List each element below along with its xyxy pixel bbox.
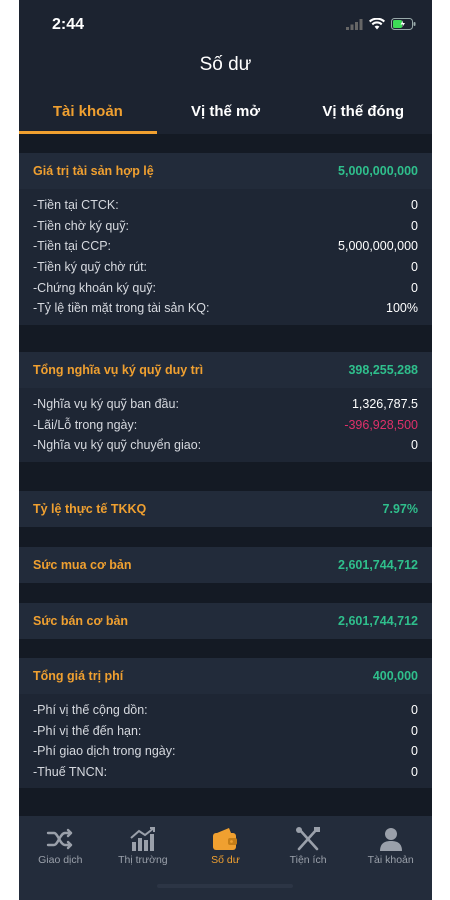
row-label: -Chứng khoán ký quỹ: [33, 280, 157, 295]
buy-power-header: Sức mua cơ bản 2,601,744,712 [19, 547, 432, 583]
row-value: 0 [411, 260, 418, 275]
balance-content[interactable]: Giá trị tài sản hợp lệ 5,000,000,000 -Ti… [19, 134, 432, 816]
list-item: -Tiền ký quỹ chờ rút: 0 [33, 257, 418, 278]
tab-account[interactable]: Tài khoản [19, 90, 157, 134]
list-item: -Phí giao dịch trong ngày: 0 [33, 741, 418, 762]
fees-header: Tổng giá trị phí 400,000 [19, 658, 432, 694]
shuffle-icon [46, 824, 74, 854]
row-label: -Tiền tại CTCK: [33, 198, 119, 213]
user-icon [378, 824, 404, 854]
list-item: -Tiền tại CTCK: 0 [33, 195, 418, 216]
list-item: -Chứng khoán ký quỹ: 0 [33, 277, 418, 298]
row-label: -Tiền tại CCP: [33, 239, 112, 254]
nav-balance[interactable]: Số dư [184, 824, 267, 900]
fees-section: Tổng giá trị phí 400,000 -Phí vị thế cộn… [19, 658, 432, 789]
assets-rows: -Tiền tại CTCK: 0 -Tiền chờ ký quỹ: 0 -Tiề… [19, 189, 432, 325]
ratio-label: Tỷ lệ thực tế TKKQ [33, 502, 147, 516]
sell-power-section: Sức bán cơ bản 2,601,744,712 [19, 603, 432, 639]
fees-value: 400,000 [372, 669, 418, 683]
row-value: 0 [411, 280, 418, 295]
assets-label: Giá trị tài sản hợp lệ [33, 164, 154, 178]
list-item: -Tỷ lệ tiền mặt trong tài sản KQ: 100% [33, 298, 418, 319]
app-screen: 2:44 Số dư Tài khoản Vị thế mở Vị thế đó… [19, 0, 432, 900]
row-label: -Tiền ký quỹ chờ rút: [33, 260, 148, 275]
nav-balance-label: Số dư [211, 854, 240, 866]
row-value: 0 [411, 723, 418, 738]
row-value: 1,326,787.5 [351, 397, 418, 412]
nav-market-label: Thị trường [118, 854, 168, 866]
margin-label: Tổng nghĩa vụ ký quỹ duy trì [33, 363, 204, 377]
wifi-icon [369, 17, 385, 35]
assets-section: Giá trị tài sản hợp lệ 5,000,000,000 -Ti… [19, 153, 432, 325]
battery-icon [391, 17, 416, 35]
list-item: -Lãi/Lỗ trong ngày: -396,928,500 [33, 415, 418, 436]
nav-utilities[interactable]: Tiện ích [267, 824, 350, 900]
row-label: -Nghĩa vụ ký quỹ ban đầu: [33, 397, 179, 412]
row-label: -Tỷ lệ tiền mặt trong tài sản KQ: [33, 301, 210, 316]
chart-icon [129, 824, 157, 854]
row-value: 0 [411, 438, 418, 453]
margin-rows: -Nghĩa vụ ký quỹ ban đầu: 1,326,787.5 -Lã… [19, 388, 432, 462]
tab-open-positions[interactable]: Vị thế mở [157, 90, 295, 134]
fees-label: Tổng giá trị phí [33, 669, 124, 683]
row-label: -Tiền chờ ký quỹ: [33, 218, 129, 233]
row-value: -396,928,500 [344, 417, 418, 432]
row-label: -Nghĩa vụ ký quỹ chuyển giao: [33, 438, 202, 453]
row-value: 0 [411, 765, 418, 780]
wallet-icon [211, 824, 239, 854]
row-value: 5,000,000,000 [338, 239, 418, 254]
list-item: -Phí vị thế đến hạn: 0 [33, 721, 418, 742]
row-label: -Phí vị thế đến hạn: [33, 723, 142, 738]
row-label: -Phí vị thế cộng dồn: [33, 703, 148, 718]
sell-power-label: Sức bán cơ bản [33, 614, 129, 628]
fees-rows: -Phí vị thế cộng dồn: 0 -Phí vị thế đến h… [19, 694, 432, 788]
row-value: 0 [411, 198, 418, 213]
margin-section: Tổng nghĩa vụ ký quỹ duy trì 398,255,288… [19, 352, 432, 462]
status-time: 2:44 [52, 16, 85, 33]
page-title: Số dư [199, 54, 252, 75]
status-icons [346, 17, 416, 35]
row-label: -Lãi/Lỗ trong ngày: [33, 417, 138, 432]
list-item: -Tiền tại CCP: 5,000,000,000 [33, 236, 418, 257]
row-value: 0 [411, 744, 418, 759]
row-label: -Phí giao dịch trong ngày: [33, 744, 176, 759]
ratio-section: Tỷ lệ thực tế TKKQ 7.97% [19, 491, 432, 527]
home-indicator [157, 884, 293, 888]
buy-power-label: Sức mua cơ bản [33, 558, 132, 572]
list-item: -Thuế TNCN: 0 [33, 762, 418, 783]
margin-value: 398,255,288 [348, 363, 418, 377]
nav-market[interactable]: Thị trường [102, 824, 185, 900]
list-item: -Tiền chờ ký quỹ: 0 [33, 216, 418, 237]
sell-power-header: Sức bán cơ bản 2,601,744,712 [19, 603, 432, 639]
nav-utilities-label: Tiện ích [289, 854, 327, 866]
margin-header: Tổng nghĩa vụ ký quỹ duy trì 398,255,288 [19, 352, 432, 388]
nav-account-label: Tài khoản [367, 854, 414, 866]
row-value: 0 [411, 703, 418, 718]
list-item: -Phí vị thế cộng dồn: 0 [33, 700, 418, 721]
list-item: -Nghĩa vụ ký quỹ chuyển giao: 0 [33, 435, 418, 456]
sell-power-value: 2,601,744,712 [338, 614, 418, 628]
buy-power-value: 2,601,744,712 [338, 558, 418, 572]
signal-icon [346, 17, 363, 35]
tab-closed-positions[interactable]: Vị thế đóng [294, 90, 432, 134]
assets-header: Giá trị tài sản hợp lệ 5,000,000,000 [19, 153, 432, 189]
ratio-value: 7.97% [382, 502, 418, 516]
row-value: 100% [386, 301, 418, 316]
nav-trading[interactable]: Giao dịch [19, 824, 102, 900]
nav-trading-label: Giao dịch [38, 854, 83, 866]
tools-icon [294, 824, 322, 854]
buy-power-section: Sức mua cơ bản 2,601,744,712 [19, 547, 432, 583]
nav-account[interactable]: Tài khoản [349, 824, 432, 900]
tab-bar: Tài khoản Vị thế mở Vị thế đóng [19, 90, 432, 134]
status-bar: 2:44 [19, 0, 432, 46]
row-label: -Thuế TNCN: [33, 765, 108, 780]
list-item: -Nghĩa vụ ký quỹ ban đầu: 1,326,787.5 [33, 394, 418, 415]
ratio-header: Tỷ lệ thực tế TKKQ 7.97% [19, 491, 432, 527]
assets-value: 5,000,000,000 [338, 164, 418, 178]
row-value: 0 [411, 218, 418, 233]
